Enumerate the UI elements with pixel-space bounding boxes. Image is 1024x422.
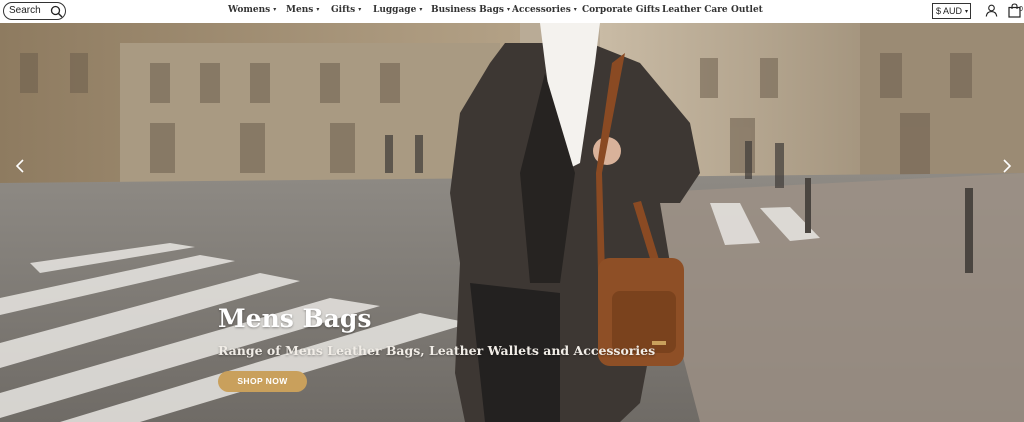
hero-title: Mens Bags bbox=[218, 304, 372, 333]
nav-item-outlet[interactable]: Outlet bbox=[731, 5, 763, 15]
shop-now-button[interactable]: SHOP NOW bbox=[218, 371, 307, 392]
chevron-left-icon[interactable] bbox=[13, 158, 27, 174]
nav-item-womens[interactable]: Womens ▾ bbox=[228, 5, 276, 15]
chevron-down-icon: ▾ bbox=[573, 6, 577, 13]
nav-item-leather-care[interactable]: Leather Care bbox=[662, 5, 728, 15]
nav-label: Mens bbox=[286, 5, 314, 15]
nav-item-luggage[interactable]: Luggage ▾ bbox=[373, 5, 422, 15]
nav-item-corporate-gifts[interactable]: Corporate Gifts bbox=[582, 5, 660, 15]
site-header: Search Womens ▾ Mens ▾ Gifts ▾ Luggage ▾ Bus… bbox=[0, 0, 1024, 23]
chevron-down-icon: ▾ bbox=[965, 9, 969, 15]
nav-label: Accessories bbox=[512, 5, 571, 15]
chevron-down-icon: ▾ bbox=[419, 6, 423, 13]
nav-label: Womens bbox=[228, 5, 271, 15]
currency-selector[interactable]: $ AUD ▾ bbox=[932, 3, 971, 19]
nav-label: Luggage bbox=[373, 5, 417, 15]
user-icon[interactable] bbox=[985, 4, 998, 17]
cart-count: 0 bbox=[1019, 6, 1023, 13]
nav-item-gifts[interactable]: Gifts ▾ bbox=[331, 5, 361, 15]
main-navigation: Womens ▾ Mens ▾ Gifts ▾ Luggage ▾ Business B… bbox=[0, 0, 1024, 23]
nav-item-accessories[interactable]: Accessories ▾ bbox=[512, 5, 577, 15]
hero-image bbox=[0, 23, 1024, 422]
currency-label: $ AUD bbox=[936, 6, 963, 16]
nav-item-mens[interactable]: Mens ▾ bbox=[286, 5, 319, 15]
chevron-down-icon: ▾ bbox=[358, 6, 362, 13]
chevron-right-icon[interactable] bbox=[1000, 158, 1014, 174]
nav-label: Business Bags bbox=[431, 5, 504, 15]
chevron-down-icon: ▾ bbox=[316, 6, 320, 13]
nav-label: Leather Care bbox=[662, 5, 728, 15]
hero-banner: Mens Bags Range of Mens Leather Bags, Le… bbox=[0, 23, 1024, 422]
nav-label: Corporate Gifts bbox=[582, 5, 660, 15]
nav-label: Outlet bbox=[731, 5, 763, 15]
hero-subtitle: Range of Mens Leather Bags, Leather Wall… bbox=[218, 343, 656, 358]
nav-label: Gifts bbox=[331, 5, 356, 15]
nav-item-business-bags[interactable]: Business Bags ▾ bbox=[431, 5, 510, 15]
chevron-down-icon: ▾ bbox=[506, 6, 510, 13]
chevron-down-icon: ▾ bbox=[273, 6, 277, 13]
